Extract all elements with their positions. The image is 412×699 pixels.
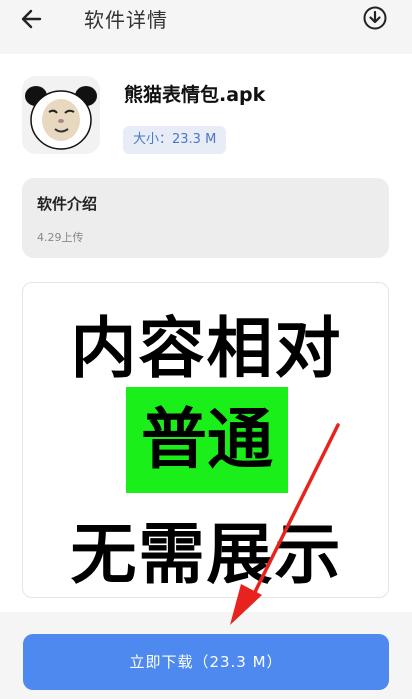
download-now-button[interactable]: 立即下载（23.3 M） xyxy=(23,634,389,690)
banner-line-2: 普通 xyxy=(126,387,288,493)
upload-date: 4.29上传 xyxy=(37,231,84,244)
size-badge: 大小：23.3 M xyxy=(123,126,227,154)
banner-line-3: 无需展示 xyxy=(70,516,343,593)
top-bar: 软件详情 xyxy=(0,0,412,54)
back-arrow-icon[interactable] xyxy=(18,6,46,32)
app-name: 熊猫表情包.apk xyxy=(124,84,266,106)
banner-line-1: 内容相对 xyxy=(70,310,343,387)
page-title: 软件详情 xyxy=(84,8,168,32)
download-circle-icon[interactable] xyxy=(362,5,388,31)
intro-card[interactable]: 软件介绍 4.29上传 xyxy=(22,178,389,258)
intro-title: 软件介绍 xyxy=(37,195,98,213)
promo-banner-image: 内容相对 普通 无需展示 xyxy=(22,282,389,598)
panda-meme-icon xyxy=(22,76,100,154)
